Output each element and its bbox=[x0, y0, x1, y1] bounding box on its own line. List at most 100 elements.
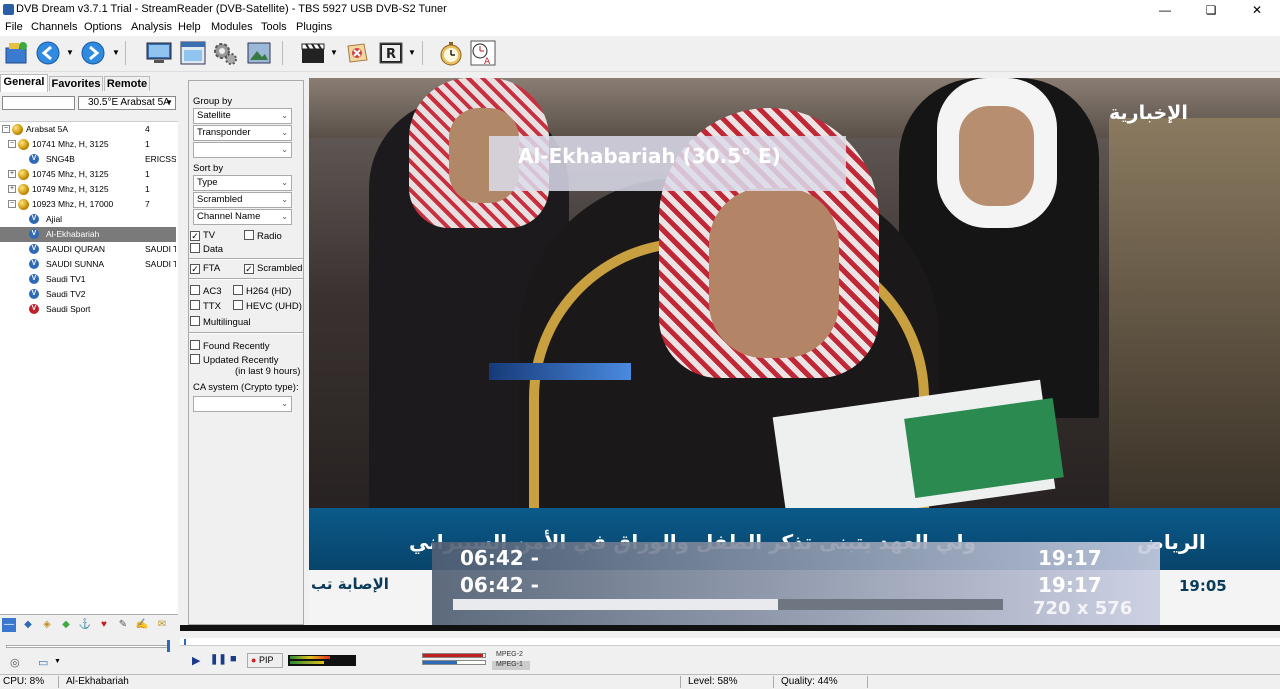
volume-slider[interactable] bbox=[6, 645, 170, 648]
chevron-down-icon[interactable]: ▼ bbox=[330, 48, 338, 57]
close-button[interactable]: ✕ bbox=[1234, 0, 1280, 20]
group-by-select-2[interactable]: Transponder ⌄ bbox=[193, 125, 292, 141]
tree-expander-icon[interactable]: − bbox=[8, 200, 16, 208]
collapse-icon[interactable]: — bbox=[2, 618, 16, 632]
tree-row[interactable]: V Ajial bbox=[0, 212, 176, 227]
sort-by-select-3[interactable]: Channel Name ⌄ bbox=[193, 209, 292, 225]
edit-list-icon[interactable]: ✍ bbox=[135, 618, 149, 632]
radio-checkbox[interactable]: Radio bbox=[244, 230, 282, 243]
tree-expander-icon[interactable]: + bbox=[8, 170, 16, 178]
tree-row[interactable]: V Saudi TV1 bbox=[0, 272, 176, 287]
tree-row[interactable]: − 10923 Mhz, H, 17000 7 bbox=[0, 197, 176, 212]
tab-remote[interactable]: Remote bbox=[104, 76, 150, 91]
tree-row-count: SAUDI T bbox=[145, 259, 176, 269]
chevron-down-icon[interactable]: ▼ bbox=[66, 48, 74, 57]
tree-row[interactable]: − Arabsat 5A 4 bbox=[0, 122, 176, 137]
fta-checkbox[interactable]: ✓ FTA bbox=[190, 263, 220, 275]
chevron-down-icon[interactable]: ▼ bbox=[408, 48, 416, 57]
tree-row[interactable]: V Saudi TV2 bbox=[0, 287, 176, 302]
tree-expander-icon[interactable]: − bbox=[8, 140, 16, 148]
h264-checkbox[interactable]: H264 (HD) bbox=[233, 285, 291, 298]
stopwatch-icon[interactable] bbox=[438, 40, 464, 66]
sort-by-select-1[interactable]: Type ⌄ bbox=[193, 175, 292, 191]
menu-modules[interactable]: Modules bbox=[211, 21, 253, 33]
h264-checkbox-label: H264 (HD) bbox=[246, 286, 292, 297]
window-icon[interactable] bbox=[180, 40, 206, 66]
forward-arrow-icon[interactable] bbox=[80, 40, 106, 66]
sort-by-select-2[interactable]: Scrambled ⌄ bbox=[193, 192, 292, 208]
tree-row[interactable]: − 10741 Mhz, H, 3125 1 bbox=[0, 137, 176, 152]
ca-system-select[interactable]: ⌄ bbox=[193, 396, 292, 412]
tree-row[interactable]: V SAUDI QURAN SAUDI T bbox=[0, 242, 176, 257]
notes-icon[interactable]: ✉ bbox=[155, 618, 169, 632]
channel-toolbar: — ◆ ◈ ◆ ⚓ ♥ ✎ ✍ ✉ bbox=[0, 614, 178, 634]
tv-checkbox[interactable]: ✓ TV bbox=[190, 230, 215, 242]
tree-row[interactable]: V Al-Ekhabariah bbox=[0, 227, 176, 242]
tree-row[interactable]: V SNG4B ERICSS bbox=[0, 152, 176, 167]
pip-button[interactable]: ● PIP bbox=[247, 653, 283, 668]
tree-row[interactable]: V SAUDI SUNNA SAUDI T bbox=[0, 257, 176, 272]
heart-icon[interactable]: ♥ bbox=[97, 618, 111, 632]
epg-clock-icon[interactable]: A bbox=[470, 40, 496, 66]
menu-file[interactable]: File bbox=[5, 21, 23, 33]
tree-row-label: 10745 Mhz, H, 3125 bbox=[32, 169, 109, 179]
gear-icon[interactable] bbox=[212, 40, 238, 66]
record-icon[interactable]: R bbox=[378, 40, 404, 66]
title-bar: DVB Dream v3.7.1 Trial - StreamReader (D… bbox=[0, 0, 1280, 20]
stop-icon[interactable]: ■ bbox=[230, 653, 237, 665]
menu-plugins[interactable]: Plugins bbox=[296, 21, 332, 33]
hevc-checkbox[interactable]: HEVC (UHD) bbox=[233, 300, 302, 313]
scrambled-checkbox[interactable]: ✓ Scrambled bbox=[244, 263, 302, 275]
ac3-checkbox[interactable]: AC3 bbox=[190, 285, 221, 298]
tab-general[interactable]: General bbox=[0, 74, 48, 92]
seek-handle[interactable] bbox=[184, 639, 186, 645]
back-arrow-icon[interactable] bbox=[35, 40, 61, 66]
status-separator bbox=[58, 676, 59, 688]
found-recently-checkbox[interactable]: Found Recently bbox=[190, 340, 270, 353]
open-channel-list-icon[interactable] bbox=[4, 40, 30, 66]
screen-mode-icon[interactable]: ▭ bbox=[38, 656, 48, 669]
chevron-down-icon[interactable]: ▼ bbox=[112, 48, 120, 57]
video-bitrate-fill bbox=[423, 654, 483, 657]
tab-favorites[interactable]: Favorites bbox=[49, 76, 103, 91]
group-by-select-3[interactable]: ⌄ bbox=[193, 142, 292, 158]
picture-icon[interactable] bbox=[246, 40, 272, 66]
seek-bar[interactable] bbox=[180, 638, 1280, 646]
tree-row[interactable]: V Saudi Sport bbox=[0, 302, 176, 317]
anchor-icon[interactable]: ⚓ bbox=[78, 618, 92, 632]
audio-level-right bbox=[290, 661, 324, 664]
maximize-button[interactable]: ❏ bbox=[1188, 0, 1234, 20]
tree-row[interactable]: +10745 Mhz, H, 3125 1 bbox=[0, 167, 176, 182]
data-checkbox[interactable]: Data bbox=[190, 243, 223, 256]
group-by-select-1[interactable]: Satellite ⌄ bbox=[193, 108, 292, 124]
satellite-select[interactable]: 30.5°E Arabsat 5A ▼ bbox=[78, 96, 176, 110]
tree-expander-icon[interactable]: − bbox=[2, 125, 10, 133]
separator bbox=[189, 278, 303, 280]
video-view[interactable]: الإخبارية ولي العهد يتبنى تذكر الطفل وال… bbox=[309, 78, 1280, 625]
chevron-down-icon[interactable]: ▼ bbox=[54, 658, 61, 665]
pause-icon[interactable]: ❚❚ bbox=[210, 654, 227, 665]
menu-help[interactable]: Help bbox=[178, 21, 201, 33]
tree-expander-icon[interactable]: + bbox=[8, 185, 16, 193]
menu-channels[interactable]: Channels bbox=[31, 21, 77, 33]
settings-knob-icon[interactable]: ◎ bbox=[10, 656, 20, 669]
channel-search-input[interactable] bbox=[2, 96, 75, 110]
fta-filter-icon[interactable]: ◆ bbox=[59, 618, 73, 632]
tree-row[interactable]: +10749 Mhz, H, 3125 1 bbox=[0, 182, 176, 197]
channel-tree[interactable]: − Arabsat 5A 4 − 10741 Mhz, H, 3125 1 V SNG4B ER… bbox=[0, 121, 178, 621]
clapperboard-icon[interactable] bbox=[300, 40, 326, 66]
tools-icon[interactable]: ✎ bbox=[116, 618, 130, 632]
tree-row-count: SAUDI T bbox=[145, 244, 176, 254]
play-icon[interactable]: ▶ bbox=[192, 654, 200, 667]
menu-analysis[interactable]: Analysis bbox=[131, 21, 172, 33]
ttx-checkbox[interactable]: TTX bbox=[190, 300, 221, 313]
tv-filter-icon[interactable]: ◆ bbox=[21, 618, 35, 632]
menu-options[interactable]: Options bbox=[84, 21, 122, 33]
menu-tools[interactable]: Tools bbox=[261, 21, 287, 33]
satellite-filter-icon[interactable]: ◈ bbox=[40, 618, 54, 632]
scheduler-icon[interactable] bbox=[344, 40, 370, 66]
multilingual-checkbox[interactable]: Multilingual bbox=[190, 316, 251, 329]
monitor-icon[interactable] bbox=[146, 40, 172, 66]
volume-handle[interactable] bbox=[167, 640, 170, 652]
minimize-button[interactable]: — bbox=[1142, 0, 1188, 20]
